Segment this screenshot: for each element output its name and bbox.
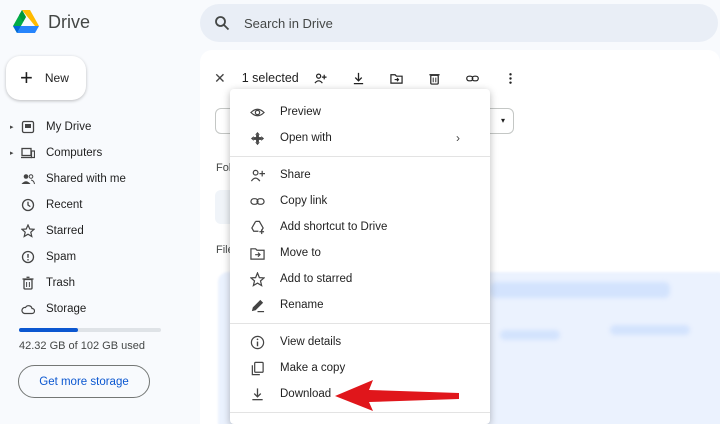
- drive-logo[interactable]: Drive: [12, 9, 90, 35]
- sidebar-item-starred[interactable]: Starred: [0, 218, 190, 244]
- sidebar-item-label: Spam: [46, 251, 77, 263]
- sidebar-item-storage[interactable]: Storage: [0, 296, 190, 322]
- drive-logo-icon: [13, 10, 39, 33]
- sidebar-item-label: Storage: [46, 303, 87, 315]
- new-button[interactable]: + New: [6, 56, 86, 100]
- menu-item-view-details[interactable]: View details: [230, 329, 490, 355]
- share-icon: [248, 166, 266, 184]
- sidebar-item-label: Recent: [46, 199, 83, 211]
- storage-meter-fill: [19, 328, 78, 332]
- storage-meter: [19, 328, 161, 332]
- storage-usage-text: 42.32 GB of 102 GB used: [19, 340, 145, 352]
- chevron-down-icon: ▾: [500, 116, 505, 125]
- sidebar-item-shared-with-me[interactable]: Shared with me: [0, 166, 190, 192]
- star-icon: [20, 223, 36, 239]
- move-icon[interactable]: [389, 70, 405, 86]
- sidebar-item-label: Starred: [46, 225, 84, 237]
- folders-heading: Fol: [216, 162, 232, 174]
- file-title-blur: [490, 282, 670, 298]
- file-preview-blur: [610, 325, 690, 335]
- spam-icon: [20, 249, 36, 265]
- clock-icon: [20, 197, 36, 213]
- caret-right-icon[interactable]: ▸: [10, 123, 14, 131]
- menu-item-move-to[interactable]: Move to: [230, 240, 490, 266]
- menu-divider: [230, 323, 490, 324]
- pencil-icon: [248, 296, 266, 314]
- menu-item-label: Add to starred: [280, 273, 353, 285]
- download-icon[interactable]: [351, 70, 367, 86]
- get-more-storage-button[interactable]: Get more storage: [18, 365, 150, 398]
- info-icon: [248, 333, 266, 351]
- menu-item-label: View details: [280, 336, 342, 348]
- share-icon[interactable]: [313, 70, 329, 86]
- menu-item-label: Preview: [280, 106, 321, 118]
- link-icon: [248, 192, 266, 210]
- download-icon: [248, 385, 266, 403]
- menu-divider: [230, 156, 490, 157]
- menu-item-label: Rename: [280, 299, 324, 311]
- trash-icon[interactable]: [427, 70, 443, 86]
- menu-item-open-with[interactable]: Open with ›: [230, 125, 490, 151]
- menu-item-add-shortcut[interactable]: Add shortcut to Drive: [230, 214, 490, 240]
- link-icon[interactable]: [465, 70, 481, 86]
- menu-item-share[interactable]: Share: [230, 162, 490, 188]
- sidebar-item-computers[interactable]: ▸ Computers: [0, 140, 190, 166]
- copy-icon: [248, 359, 266, 377]
- sidebar-item-label: My Drive: [46, 121, 92, 133]
- search-input[interactable]: [244, 15, 544, 31]
- chevron-right-icon: ›: [456, 131, 460, 145]
- menu-item-add-to-starred[interactable]: Add to starred: [230, 266, 490, 292]
- menu-item-label: Add shortcut to Drive: [280, 221, 388, 233]
- more-vert-icon[interactable]: [503, 70, 519, 86]
- menu-item-copy-link[interactable]: Copy link: [230, 188, 490, 214]
- menu-item-label: Share: [280, 169, 311, 181]
- menu-item-label: Open with: [280, 132, 332, 144]
- move-icon: [248, 244, 266, 262]
- sidebar-item-recent[interactable]: Recent: [0, 192, 190, 218]
- shortcut-icon: [248, 218, 266, 236]
- close-icon[interactable]: ✕: [214, 70, 226, 87]
- menu-divider: [230, 412, 490, 413]
- cloud-icon: [20, 301, 36, 317]
- selection-toolbar: ✕ 1 selected: [214, 68, 541, 88]
- search-icon: [215, 16, 230, 31]
- open-with-icon: [248, 129, 266, 147]
- menu-item-rename[interactable]: Rename: [230, 292, 490, 318]
- plus-icon: +: [20, 65, 33, 90]
- sidebar-nav: ▸ My Drive ▸ Computers Shared with me Re…: [0, 114, 190, 322]
- sidebar-item-trash[interactable]: Trash: [0, 270, 190, 296]
- red-arrow-annotation: [335, 380, 459, 411]
- sidebar-item-label: Trash: [46, 277, 75, 289]
- sidebar-item-label: Shared with me: [46, 173, 126, 185]
- search-bar[interactable]: [200, 4, 718, 42]
- caret-right-icon[interactable]: ▸: [10, 149, 14, 157]
- sidebar-item-spam[interactable]: Spam: [0, 244, 190, 270]
- menu-item-preview[interactable]: Preview: [230, 99, 490, 125]
- menu-item-label: Make a copy: [280, 362, 346, 374]
- app-name: Drive: [48, 11, 91, 32]
- my-drive-icon: [20, 119, 36, 135]
- people-icon: [20, 171, 36, 187]
- eye-icon: [248, 103, 266, 121]
- trash-icon: [20, 275, 36, 291]
- star-icon: [248, 270, 266, 288]
- computer-icon: [20, 145, 36, 161]
- menu-item-label: Copy link: [280, 195, 328, 207]
- selection-count: 1 selected: [241, 71, 299, 85]
- menu-item-label: Download: [280, 388, 332, 400]
- sidebar-item-label: Computers: [46, 147, 103, 159]
- menu-item-label: Move to: [280, 247, 321, 259]
- new-button-label: New: [44, 71, 69, 85]
- context-menu: Preview Open with › Share Copy link Add …: [230, 89, 490, 424]
- sidebar-item-my-drive[interactable]: ▸ My Drive: [0, 114, 190, 140]
- file-preview-blur: [500, 330, 560, 340]
